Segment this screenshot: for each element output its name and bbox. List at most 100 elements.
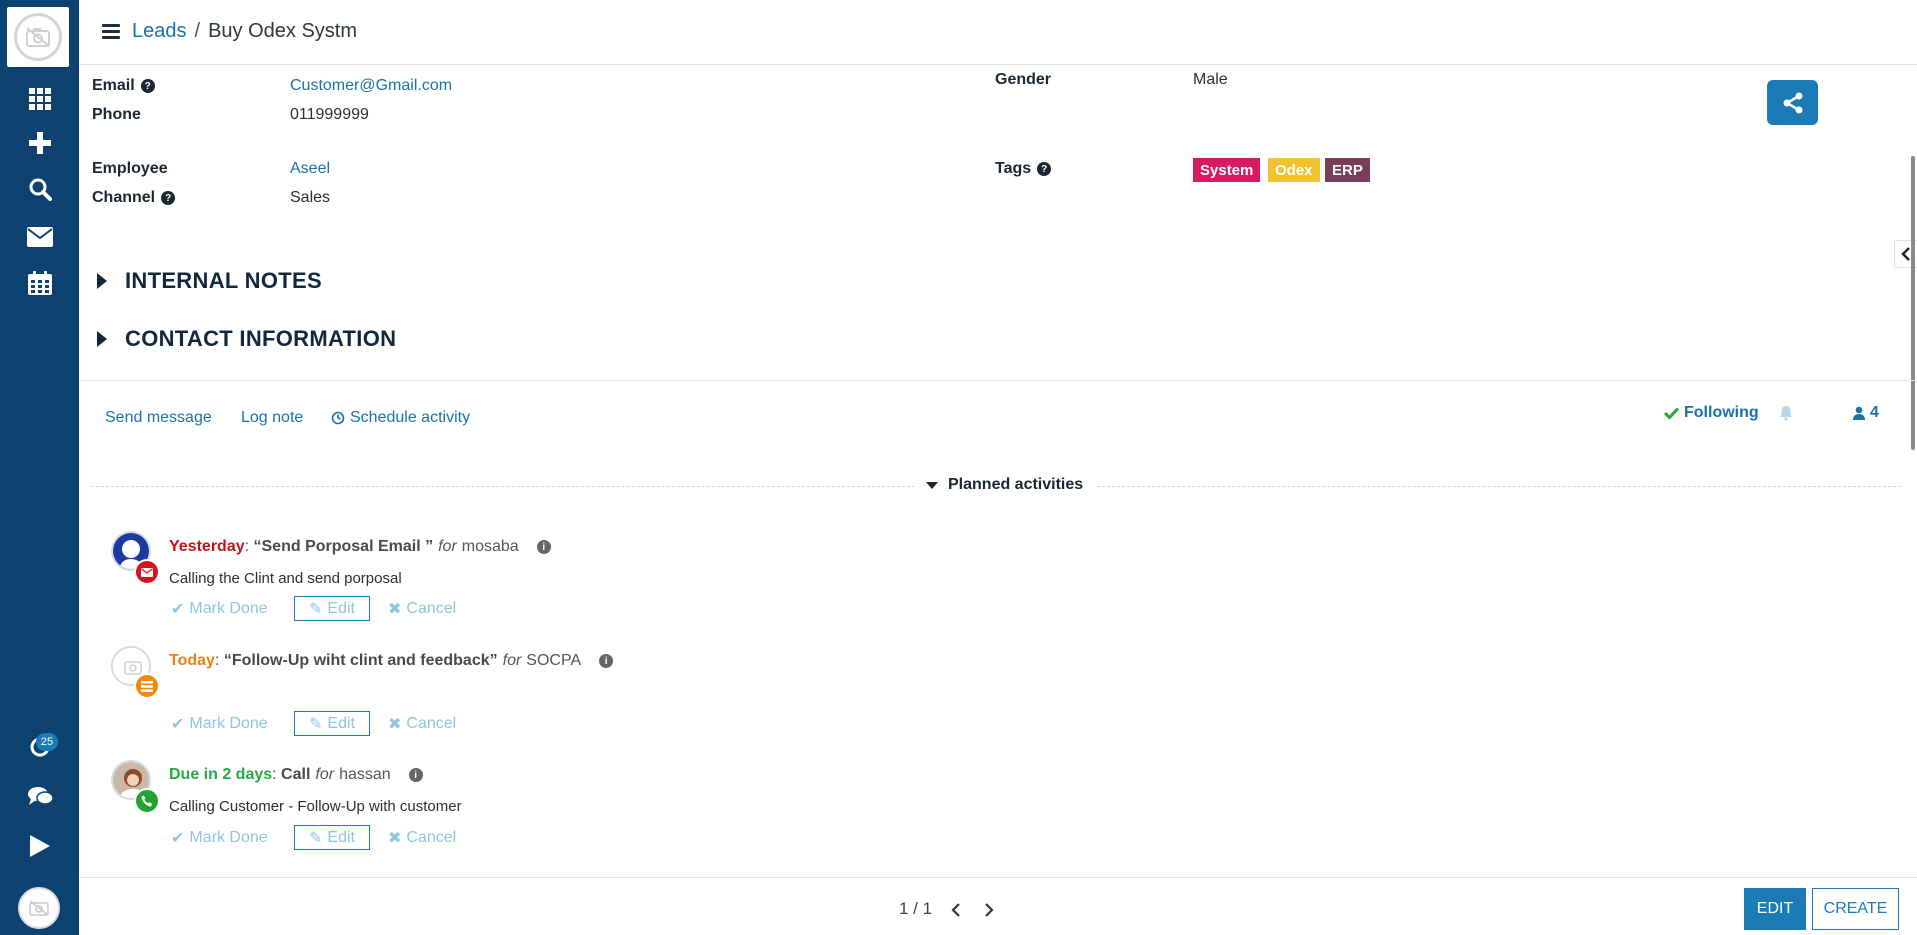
activity-assignee: hassan: [339, 766, 391, 783]
activity-count-badge: 25: [36, 733, 58, 751]
log-note-button[interactable]: Log note: [241, 409, 303, 427]
activity-header: Today: “Follow-Up wiht clint and feedbac…: [169, 652, 614, 670]
envelope-icon: [134, 559, 160, 585]
channel-value: Sales: [290, 189, 331, 206]
mark-done-button[interactable]: ✔ Mark Done: [171, 828, 268, 848]
caret-down-icon: [926, 481, 938, 489]
channel-label: Channel?: [92, 189, 176, 207]
pencil-icon: ✎: [309, 600, 323, 618]
activity-assignee: mosaba: [461, 538, 519, 555]
chevron-left-icon: [1901, 247, 1910, 261]
close-icon: ✖: [388, 716, 402, 733]
tag-system[interactable]: System: [1193, 158, 1261, 182]
apps-grid-icon[interactable]: [0, 82, 79, 116]
chevron-right-icon: [985, 903, 994, 917]
help-icon[interactable]: ?: [140, 79, 155, 93]
planned-activities-toggle[interactable]: Planned activities: [914, 476, 1096, 494]
info-icon[interactable]: i: [408, 768, 423, 782]
edit-button[interactable]: EDIT: [1744, 888, 1806, 930]
info-icon[interactable]: i: [536, 540, 551, 554]
tag-erp[interactable]: ERP: [1325, 158, 1370, 182]
activity-note: Calling Customer - Follow-Up with custom…: [169, 798, 462, 815]
edit-activity-button[interactable]: ✎ Edit: [294, 711, 370, 736]
create-button[interactable]: CREATE: [1812, 888, 1899, 930]
mail-icon[interactable]: [0, 220, 79, 254]
help-icon[interactable]: ?: [1037, 162, 1052, 176]
check-icon: ✔: [171, 601, 185, 618]
chatter-divider: [79, 380, 1917, 381]
bottom-bar: [79, 877, 1917, 935]
activity-for: for: [502, 652, 522, 669]
schedule-activity-button[interactable]: Schedule activity: [331, 409, 470, 427]
check-icon: [1664, 407, 1679, 419]
activity-header: Yesterday: “Send Porposal Email ” for mo…: [169, 538, 551, 556]
menu-toggle-icon[interactable]: [102, 24, 120, 40]
activity-due-label: Due in 2 days: [169, 766, 273, 783]
bell-icon[interactable]: [1779, 405, 1793, 426]
email-value[interactable]: Customer@Gmail.com: [290, 77, 452, 95]
pencil-icon: ✎: [309, 829, 323, 847]
company-logo[interactable]: [7, 7, 69, 67]
caret-right-icon: [97, 331, 107, 347]
activity-summary: Call: [281, 766, 311, 783]
contact-information-section[interactable]: CONTACT INFORMATION: [97, 326, 396, 352]
user-avatar[interactable]: [18, 887, 60, 929]
employee-label: Employee: [92, 160, 168, 177]
chat-icon[interactable]: [0, 780, 79, 814]
edit-activity-button[interactable]: ✎ Edit: [294, 596, 370, 621]
breadcrumb-separator: /: [194, 20, 201, 42]
followers-button[interactable]: 4: [1853, 404, 1879, 422]
activity-for: for: [315, 766, 335, 783]
search-icon[interactable]: [0, 172, 79, 206]
top-bar: Leads / Buy Odex Systm: [79, 0, 1917, 65]
tags-label: Tags?: [995, 160, 1052, 178]
mark-done-button[interactable]: ✔ Mark Done: [171, 599, 268, 619]
activity-assignee: SOCPA: [526, 652, 582, 669]
send-message-button[interactable]: Send message: [105, 409, 212, 427]
close-icon: ✖: [388, 601, 402, 618]
following-button[interactable]: Following: [1664, 404, 1759, 422]
share-icon: [1783, 92, 1802, 113]
pager-previous-button[interactable]: [948, 900, 964, 920]
help-icon[interactable]: ?: [161, 191, 176, 205]
phone-label: Phone: [92, 106, 141, 123]
employee-value[interactable]: Aseel: [290, 160, 330, 178]
no-image-icon: [14, 13, 62, 61]
breadcrumb: Leads / Buy Odex Systm: [132, 20, 357, 43]
user-icon: [1853, 406, 1865, 420]
activity-header: Due in 2 days: Call for hassan i: [169, 766, 423, 784]
pencil-icon: ✎: [309, 715, 323, 733]
edit-activity-button[interactable]: ✎ Edit: [294, 825, 370, 850]
close-icon: ✖: [388, 830, 402, 847]
tag-odex[interactable]: Odex: [1268, 158, 1320, 182]
pager-value: 1 / 1: [899, 899, 933, 918]
play-icon[interactable]: [0, 829, 79, 863]
cancel-activity-button[interactable]: ✖ Cancel: [388, 599, 456, 619]
breadcrumb-current: Buy Odex Systm: [208, 20, 357, 42]
activity-note: Calling the Clint and send porposal: [169, 570, 402, 587]
info-icon[interactable]: i: [599, 654, 614, 668]
activity-summary: “Send Porposal Email ”: [253, 538, 434, 555]
calendar-icon[interactable]: [0, 266, 79, 300]
phone-value: 011999999: [290, 106, 369, 123]
caret-right-icon: [97, 273, 107, 289]
clock-icon: [331, 411, 345, 425]
breadcrumb-leads-link[interactable]: Leads: [132, 20, 187, 42]
activity-due-label: Yesterday: [169, 538, 245, 555]
pager-next-button[interactable]: [981, 900, 997, 920]
check-icon: ✔: [171, 830, 185, 847]
cancel-activity-button[interactable]: ✖ Cancel: [388, 828, 456, 848]
app-sidebar: 25: [0, 0, 79, 935]
activity-for: for: [438, 538, 457, 555]
scrollbar-thumb[interactable]: [1911, 156, 1915, 450]
internal-notes-section[interactable]: INTERNAL NOTES: [97, 268, 322, 294]
activity-summary: “Follow-Up wiht clint and feedback”: [223, 652, 498, 669]
gender-label: Gender: [995, 71, 1052, 88]
tasks-icon: [134, 673, 160, 699]
plus-icon[interactable]: [0, 126, 79, 160]
mark-done-button[interactable]: ✔ Mark Done: [171, 714, 268, 734]
share-button[interactable]: [1767, 80, 1818, 125]
chevron-left-icon: [951, 903, 960, 917]
cancel-activity-button[interactable]: ✖ Cancel: [388, 714, 456, 734]
phone-icon: [134, 788, 160, 814]
